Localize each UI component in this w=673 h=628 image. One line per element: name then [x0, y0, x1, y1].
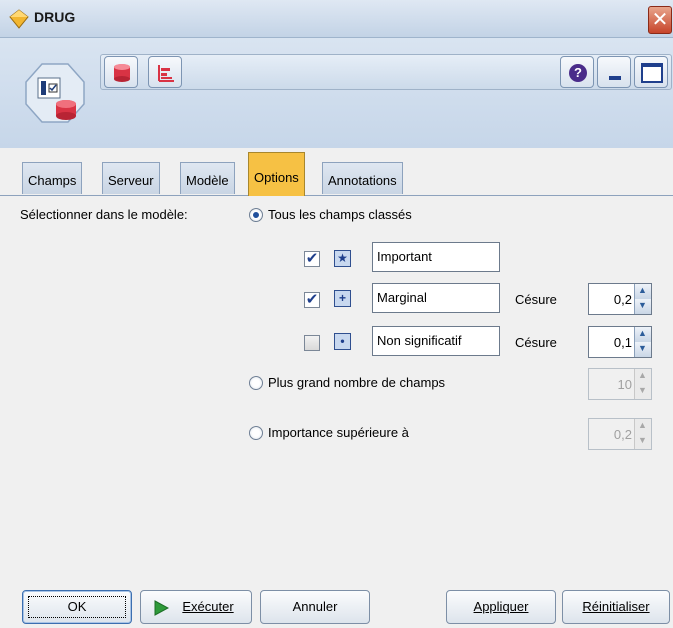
radio-top-n[interactable] — [249, 376, 263, 390]
important-label-field[interactable]: Important — [372, 242, 500, 272]
star-icon: ★ — [334, 250, 351, 267]
help-button[interactable]: ? — [560, 56, 594, 88]
top-n-spinner[interactable]: 10 ▲ ▼ — [588, 368, 652, 400]
dot-icon: • — [334, 333, 351, 350]
tab-options[interactable]: Options — [248, 152, 305, 196]
database-icon — [114, 64, 130, 82]
feature-selection-node-icon — [22, 60, 88, 126]
non-significant-cutoff-spinner[interactable]: 0,1 ▲ ▼ — [588, 326, 652, 358]
radio-importance-above[interactable] — [249, 426, 263, 440]
minimize-button[interactable] — [597, 56, 631, 88]
apply-button[interactable]: Appliquer — [446, 590, 556, 624]
window-title: DRUG — [34, 9, 76, 25]
diamond-app-icon — [8, 8, 30, 30]
radio-top-n-label: Plus grand nombre de champs — [268, 375, 446, 390]
chart-icon — [158, 65, 174, 82]
marginal-cutoff-spinner[interactable]: 0,2 ▲ ▼ — [588, 283, 652, 315]
title-bar — [0, 0, 673, 38]
tab-annotations[interactable]: Annotations — [322, 162, 403, 194]
focus-ring — [28, 596, 126, 618]
maximize-button[interactable] — [634, 56, 668, 88]
minimize-icon — [609, 76, 621, 80]
execute-button-label: Exécuter — [182, 599, 234, 614]
radio-all-ranked[interactable] — [249, 208, 263, 222]
spinner-down-arrow-icon[interactable]: ▼ — [634, 299, 651, 314]
non-significant-checkbox[interactable] — [304, 335, 320, 351]
non-significant-cutoff-value: 0,1 — [613, 335, 632, 350]
important-checkbox[interactable]: ✔ — [304, 251, 320, 267]
marginal-cutoff-value: 0,2 — [613, 292, 632, 307]
tab-modele[interactable]: Modèle — [180, 162, 235, 194]
maximize-icon — [641, 63, 663, 83]
spinner-up-arrow-icon: ▲ — [634, 419, 651, 435]
ok-button[interactable]: OK — [22, 590, 132, 624]
spinner-down-arrow-icon: ▼ — [634, 434, 651, 449]
database-button[interactable] — [104, 56, 138, 88]
chart-button[interactable] — [148, 56, 182, 88]
spinner-down-arrow-icon[interactable]: ▼ — [634, 342, 651, 357]
importance-spinner[interactable]: 0,2 ▲ ▼ — [588, 418, 652, 450]
reset-button[interactable]: Réinitialiser — [562, 590, 670, 624]
marginal-checkbox[interactable]: ✔ — [304, 292, 320, 308]
plus-icon: + — [334, 290, 351, 307]
apply-button-label: Appliquer — [473, 599, 529, 614]
help-icon: ? — [569, 64, 587, 82]
spinner-up-arrow-icon[interactable]: ▲ — [634, 284, 651, 300]
cancel-button-label: Annuler — [292, 599, 338, 614]
select-from-model-label: Sélectionner dans le modèle: — [20, 207, 188, 222]
play-icon — [154, 600, 169, 616]
reset-button-label: Réinitialiser — [582, 599, 650, 614]
cancel-button[interactable]: Annuler — [260, 590, 370, 624]
top-n-value: 10 — [617, 377, 632, 392]
spinner-down-arrow-icon: ▼ — [634, 384, 651, 399]
marginal-cutoff-label: Césure — [515, 292, 557, 307]
non-significant-cutoff-label: Césure — [515, 335, 557, 350]
importance-value: 0,2 — [613, 427, 632, 442]
radio-importance-above-label: Importance supérieure à — [268, 425, 409, 440]
marginal-label-field[interactable]: Marginal — [372, 283, 500, 313]
tab-divider — [0, 195, 673, 196]
radio-all-ranked-label: Tous les champs classés — [268, 207, 412, 222]
non-significant-label-field[interactable]: Non significatif — [372, 326, 500, 356]
tab-champs[interactable]: Champs — [22, 162, 83, 194]
spinner-up-arrow-icon[interactable]: ▲ — [634, 327, 651, 343]
close-button[interactable]: ✕ — [648, 6, 672, 34]
tab-serveur[interactable]: Serveur — [102, 162, 160, 194]
spinner-up-arrow-icon: ▲ — [634, 369, 651, 385]
execute-button[interactable]: Exécuter — [140, 590, 252, 624]
